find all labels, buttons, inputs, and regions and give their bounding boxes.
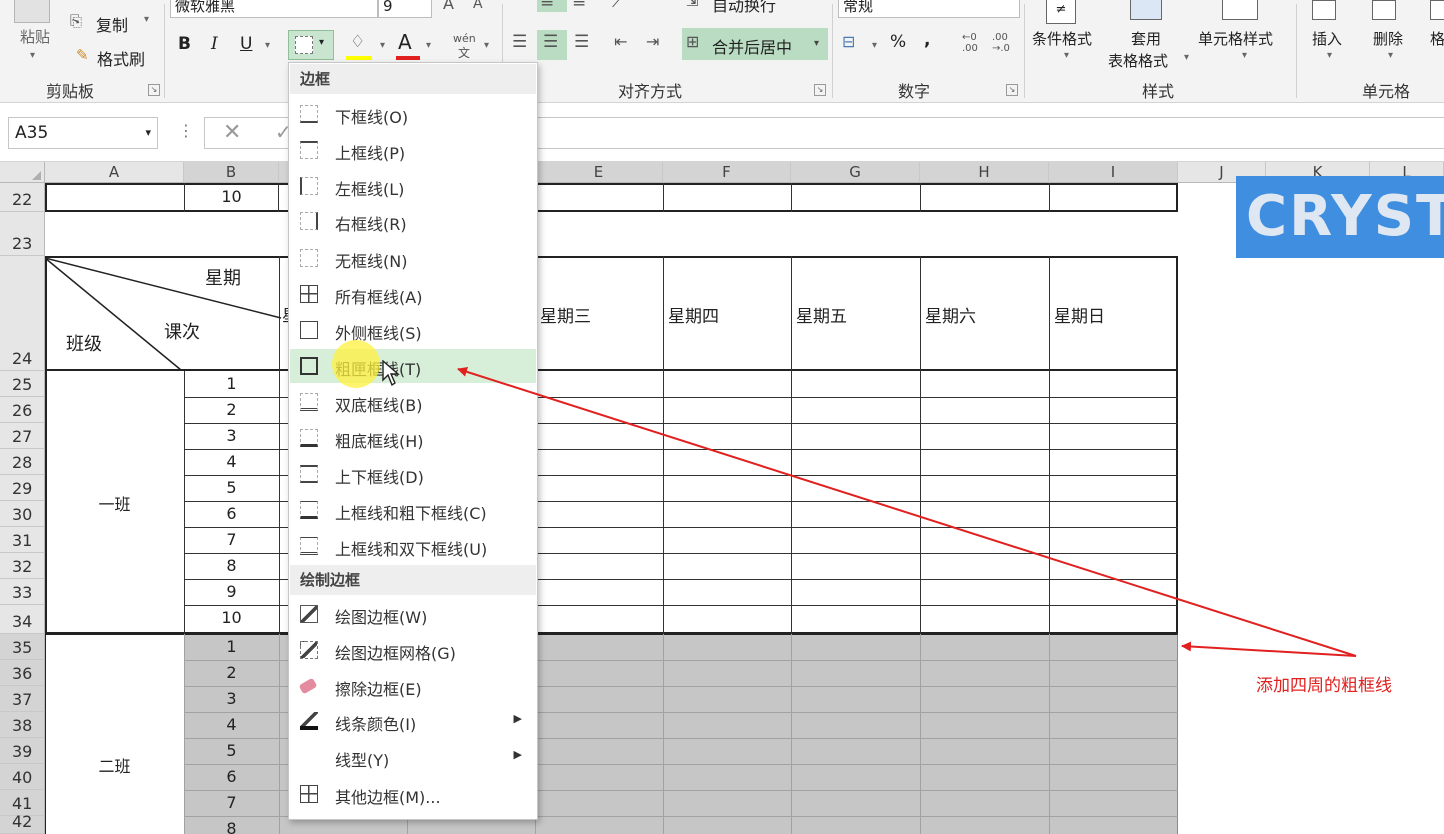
mouse-pointer-icon — [382, 360, 400, 387]
annotation-text: 添加四周的粗框线 — [1256, 676, 1392, 696]
annotation-arrows — [457, 366, 1357, 657]
annotation-arrow-to-menu — [457, 366, 1357, 657]
cursor-highlight — [332, 340, 380, 388]
